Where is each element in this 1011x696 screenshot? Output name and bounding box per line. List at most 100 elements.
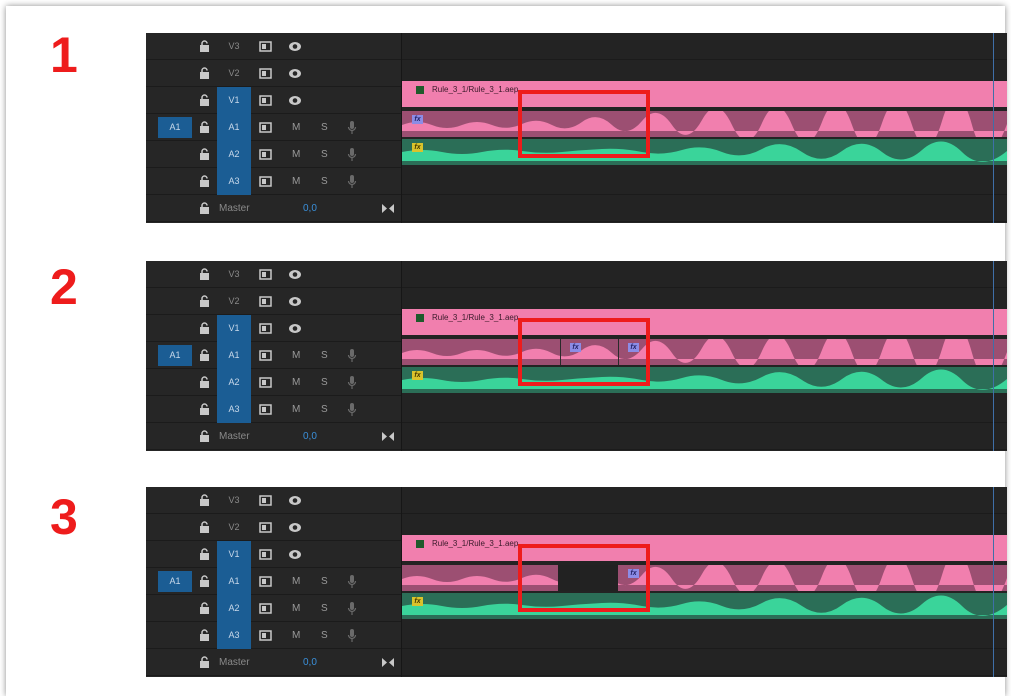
source-patch[interactable]: A1	[158, 345, 192, 366]
mute-button[interactable]: M	[292, 141, 300, 168]
sync-lock-icon[interactable]	[259, 549, 272, 560]
eye-icon[interactable]	[288, 495, 302, 506]
track-name[interactable]: A2	[217, 595, 251, 622]
lock-icon[interactable]	[199, 67, 210, 79]
sync-lock-icon[interactable]	[259, 176, 272, 187]
eye-icon[interactable]	[288, 95, 302, 106]
lock-icon[interactable]	[199, 121, 210, 133]
mute-button[interactable]: M	[292, 369, 300, 396]
master-end-icon[interactable]	[382, 658, 394, 667]
lock-icon[interactable]	[199, 548, 210, 560]
video-clip[interactable]: Rule_3_1/Rule_3_1.aep	[402, 535, 1007, 561]
mute-button[interactable]: M	[292, 114, 300, 141]
lock-icon[interactable]	[199, 656, 210, 668]
track-name[interactable]: V1	[217, 541, 251, 568]
solo-button[interactable]: S	[321, 622, 328, 649]
lock-icon[interactable]	[199, 521, 210, 533]
timeline-area[interactable]: Rule_3_1/Rule_3_1.aep fx fx fx	[402, 261, 1007, 451]
sync-lock-icon[interactable]	[259, 495, 272, 506]
audio-clip-a2[interactable]: fx	[402, 139, 1007, 165]
eye-icon[interactable]	[288, 41, 302, 52]
mic-icon[interactable]	[347, 174, 357, 189]
track-name[interactable]: V1	[217, 87, 251, 114]
eye-icon[interactable]	[288, 296, 302, 307]
sync-lock-icon[interactable]	[259, 350, 272, 361]
sync-lock-icon[interactable]	[259, 323, 272, 334]
solo-button[interactable]: S	[321, 568, 328, 595]
lock-icon[interactable]	[199, 40, 210, 52]
master-volume-value[interactable]: 0,0	[303, 649, 317, 676]
eye-icon[interactable]	[288, 522, 302, 533]
master-end-icon[interactable]	[382, 432, 394, 441]
lock-icon[interactable]	[199, 295, 210, 307]
timeline-area[interactable]: Rule_3_1/Rule_3_1.aep fx fx	[402, 33, 1007, 223]
lock-icon[interactable]	[199, 430, 210, 442]
track-name[interactable]: A3	[217, 622, 251, 649]
solo-button[interactable]: S	[321, 141, 328, 168]
lock-icon[interactable]	[199, 268, 210, 280]
sync-lock-icon[interactable]	[259, 630, 272, 641]
lock-icon[interactable]	[199, 148, 210, 160]
mute-button[interactable]: M	[292, 168, 300, 195]
mic-icon[interactable]	[347, 375, 357, 390]
track-name[interactable]: V2	[217, 60, 251, 87]
playhead[interactable]	[993, 33, 994, 223]
mute-button[interactable]: M	[292, 595, 300, 622]
eye-icon[interactable]	[288, 549, 302, 560]
fx-badge[interactable]: fx	[412, 597, 423, 606]
sync-lock-icon[interactable]	[259, 68, 272, 79]
track-name[interactable]: V2	[217, 288, 251, 315]
source-patch[interactable]: A1	[158, 117, 192, 138]
solo-button[interactable]: S	[321, 168, 328, 195]
sync-lock-icon[interactable]	[259, 269, 272, 280]
fx-badge[interactable]: fx	[412, 143, 423, 152]
solo-button[interactable]: S	[321, 595, 328, 622]
track-name[interactable]: V1	[217, 315, 251, 342]
sync-lock-icon[interactable]	[259, 122, 272, 133]
track-name[interactable]: A3	[217, 396, 251, 423]
lock-icon[interactable]	[199, 629, 210, 641]
source-patch[interactable]: A1	[158, 571, 192, 592]
mic-icon[interactable]	[347, 628, 357, 643]
master-volume-value[interactable]: 0,0	[303, 195, 317, 222]
sync-lock-icon[interactable]	[259, 377, 272, 388]
lock-icon[interactable]	[199, 322, 210, 334]
playhead[interactable]	[993, 261, 994, 451]
sync-lock-icon[interactable]	[259, 296, 272, 307]
track-name[interactable]: V2	[217, 514, 251, 541]
sync-lock-icon[interactable]	[259, 95, 272, 106]
solo-button[interactable]: S	[321, 369, 328, 396]
track-name[interactable]: A3	[217, 168, 251, 195]
lock-icon[interactable]	[199, 202, 210, 214]
track-name[interactable]: V3	[217, 487, 251, 514]
track-name[interactable]: A2	[217, 369, 251, 396]
audio-clip-a1[interactable]: fx	[402, 565, 1007, 591]
playhead[interactable]	[993, 487, 994, 677]
fx-badge[interactable]: fx	[412, 115, 423, 124]
lock-icon[interactable]	[199, 376, 210, 388]
sync-lock-icon[interactable]	[259, 149, 272, 160]
video-clip[interactable]: Rule_3_1/Rule_3_1.aep	[402, 309, 1007, 335]
eye-icon[interactable]	[288, 323, 302, 334]
track-name[interactable]: A2	[217, 141, 251, 168]
mic-icon[interactable]	[347, 402, 357, 417]
master-volume-value[interactable]: 0,0	[303, 423, 317, 450]
audio-clip-a2[interactable]: fx	[402, 367, 1007, 393]
track-name[interactable]: A1	[217, 568, 251, 595]
sync-lock-icon[interactable]	[259, 603, 272, 614]
track-name[interactable]: A1	[217, 114, 251, 141]
lock-icon[interactable]	[199, 403, 210, 415]
master-end-icon[interactable]	[382, 204, 394, 213]
solo-button[interactable]: S	[321, 114, 328, 141]
mute-button[interactable]: M	[292, 568, 300, 595]
mic-icon[interactable]	[347, 574, 357, 589]
sync-lock-icon[interactable]	[259, 404, 272, 415]
mic-icon[interactable]	[347, 147, 357, 162]
sync-lock-icon[interactable]	[259, 41, 272, 52]
lock-icon[interactable]	[199, 349, 210, 361]
audio-clip-a1[interactable]: fx	[402, 111, 1007, 137]
mic-icon[interactable]	[347, 348, 357, 363]
fx-badge[interactable]: fx	[412, 371, 423, 380]
audio-clip-a1[interactable]: fx fx	[402, 339, 1007, 365]
audio-clip-a2[interactable]: fx	[402, 593, 1007, 619]
